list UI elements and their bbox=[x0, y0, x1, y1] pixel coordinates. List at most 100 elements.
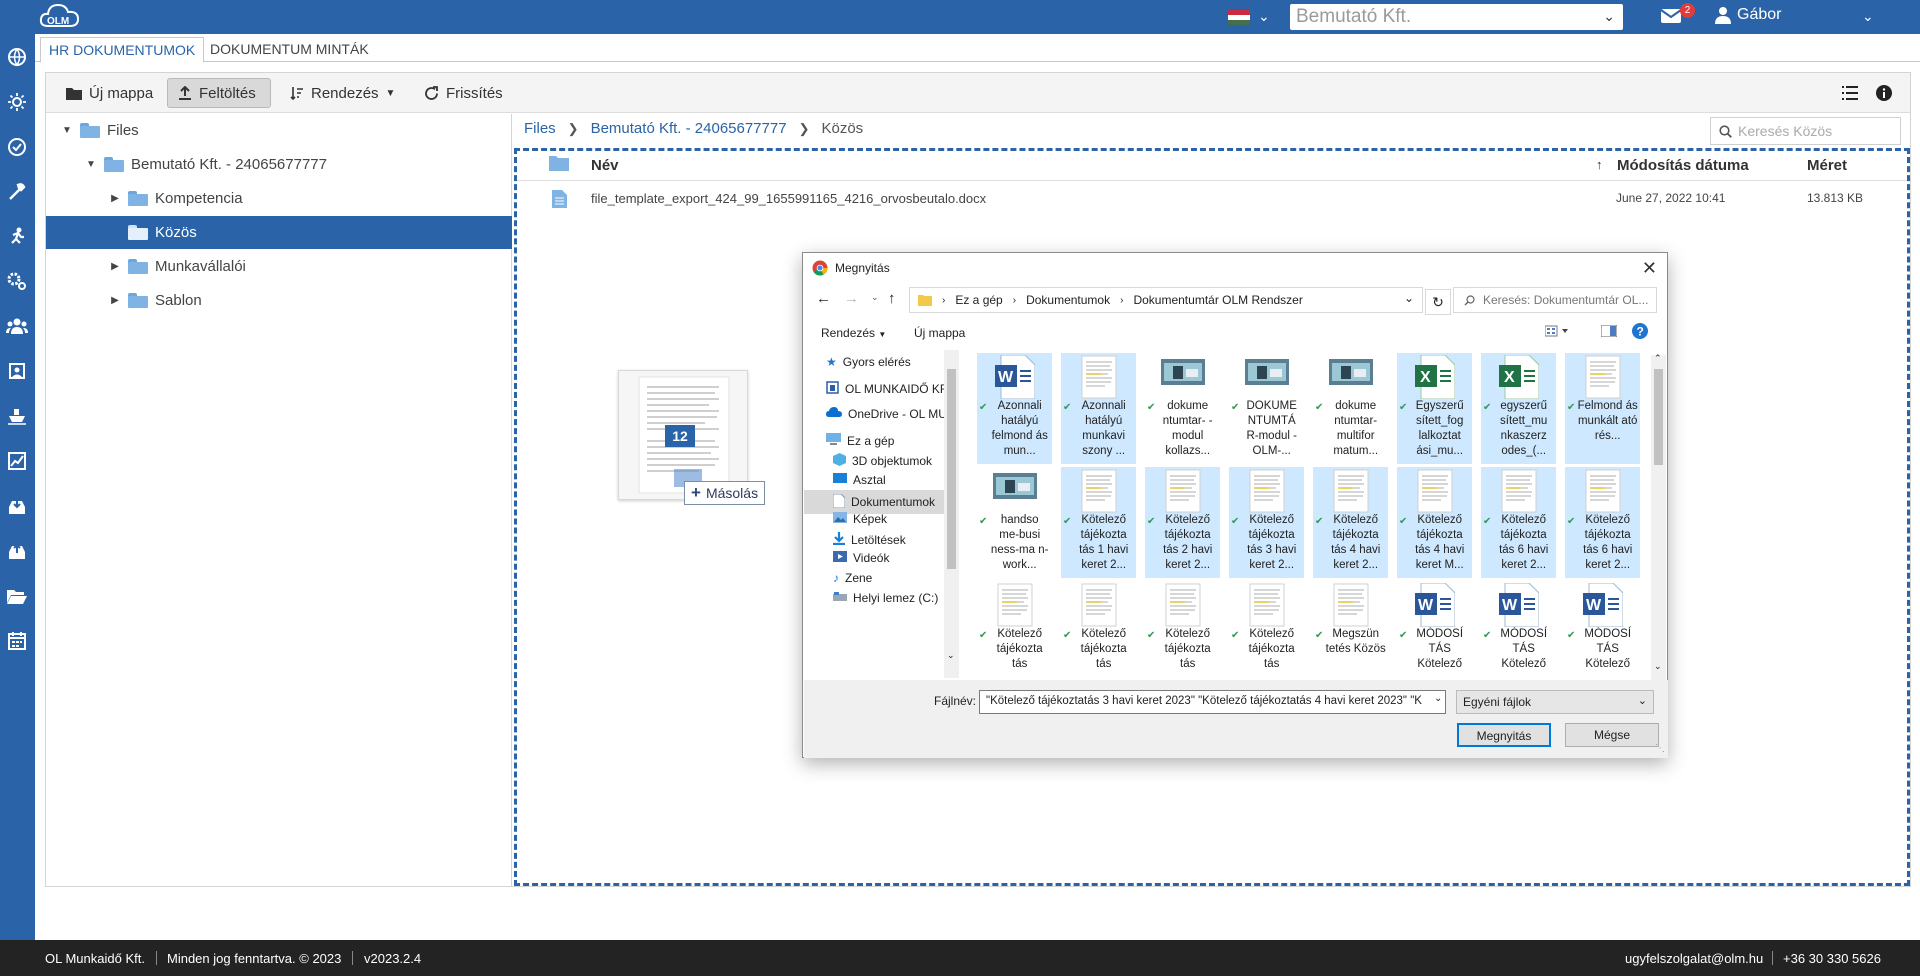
nav-this-pc[interactable]: Ez a gép bbox=[826, 433, 894, 448]
check-circle-icon[interactable] bbox=[6, 136, 28, 158]
tree-item-kompetencia[interactable]: ▶ Kompetencia bbox=[46, 182, 512, 215]
globe-icon[interactable] bbox=[6, 46, 28, 68]
user-menu[interactable]: Gábor bbox=[1715, 6, 1781, 24]
sort-ascending-icon[interactable]: ↑ bbox=[1596, 157, 1603, 172]
file-grid-item[interactable]: W ✔ MÓDOSÍ TÁS Kötelező bbox=[1565, 581, 1640, 678]
file-grid-item[interactable]: W ✔ MÓDOSÍ TÁS Kötelező bbox=[1397, 581, 1472, 678]
caret-down-icon[interactable]: ▼ bbox=[86, 159, 96, 170]
recent-chevron-icon[interactable]: ⌄ bbox=[871, 292, 879, 303]
new-folder-button[interactable]: Új mappa bbox=[56, 78, 163, 108]
file-grid-item[interactable]: ✔ Kötelező tájékozta tás 6 havi keret 2..… bbox=[1565, 467, 1640, 578]
folder-open-icon[interactable] bbox=[6, 585, 28, 607]
hungarian-flag-icon[interactable] bbox=[1228, 10, 1250, 25]
file-grid-item[interactable]: X ✔ egyszerű sített_mu nkaszerz odes_(... bbox=[1481, 353, 1556, 464]
help-icon[interactable]: ? bbox=[1632, 323, 1648, 342]
file-grid-item[interactable]: W ✔ MÓDOSÍ TÁS Kötelező bbox=[1481, 581, 1556, 678]
resize-grip-icon[interactable]: ⋱ bbox=[1655, 743, 1665, 754]
nav-downloads[interactable]: Letöltések bbox=[833, 532, 906, 548]
column-size[interactable]: Méret bbox=[1807, 157, 1847, 174]
scroll-down-icon[interactable]: ⌄ bbox=[947, 650, 955, 661]
organize-button[interactable]: Rendezés ▼ bbox=[821, 326, 886, 340]
nav-onedrive[interactable]: OneDrive - OL MU bbox=[826, 407, 944, 421]
nav-quick-access[interactable]: ★ Gyors elérés bbox=[826, 355, 911, 369]
nav-ol-munkaido[interactable]: OL MUNKAIDŐ KF bbox=[826, 381, 944, 397]
breadcrumb-company[interactable]: Bemutató Kft. - 24065677777 bbox=[591, 120, 787, 137]
search-input[interactable]: Keresés Közös bbox=[1710, 117, 1901, 145]
user-chevron-down-icon[interactable]: ⌄ bbox=[1862, 8, 1874, 25]
dialog-title-bar[interactable]: Megnyitás bbox=[803, 253, 1667, 283]
chart-icon[interactable] bbox=[6, 450, 28, 472]
nav-3d-objects[interactable]: 3D objektumok bbox=[833, 453, 932, 469]
breadcrumb-files[interactable]: Files bbox=[524, 120, 556, 137]
tools-icon[interactable] bbox=[6, 181, 28, 203]
file-grid-item[interactable]: ✔ handso me-busi ness-ma n-work... bbox=[977, 467, 1052, 578]
refresh-icon[interactable]: ↻ bbox=[1425, 289, 1451, 315]
file-grid-item[interactable]: ✔ Kötelező tájékozta tás bbox=[977, 581, 1052, 678]
footer-email[interactable]: ugyfelszolgalat@olm.hu bbox=[1625, 951, 1763, 966]
file-grid-item[interactable]: ✔ Kötelező tájékozta tás bbox=[1145, 581, 1220, 678]
file-grid-item[interactable]: ✔ Azonnali hatályú munkavi szony ... bbox=[1061, 353, 1136, 464]
up-arrow-icon[interactable]: ↑ bbox=[888, 290, 896, 307]
file-type-select[interactable]: Egyéni fájlok ⌄ bbox=[1456, 690, 1654, 714]
preview-pane-icon[interactable] bbox=[1600, 324, 1618, 340]
file-name[interactable]: file_template_export_424_99_1655991165_4… bbox=[591, 191, 986, 206]
column-modified[interactable]: Módosítás dátuma bbox=[1617, 157, 1749, 174]
nav-scrollbar-thumb[interactable] bbox=[947, 369, 956, 569]
tab-dokumentum-mintak[interactable]: DOKUMENTUM MINTÁK bbox=[202, 37, 377, 63]
file-grid-item[interactable]: ✔ Kötelező tájékozta tás 2 havi keret 2..… bbox=[1145, 467, 1220, 578]
mail-icon[interactable] bbox=[1660, 8, 1682, 24]
nav-local-disk[interactable]: Helyi lemez (C:) bbox=[833, 591, 938, 605]
tab-hr-dokumentumok[interactable]: HR DOKUMENTUMOK bbox=[40, 37, 205, 63]
back-arrow-icon[interactable]: ← bbox=[816, 290, 831, 307]
file-grid-item[interactable]: X ✔ Egyszerű sített_fog lalkoztat ási_mu..… bbox=[1397, 353, 1472, 464]
nav-pictures[interactable]: Képek bbox=[833, 512, 887, 526]
refresh-button[interactable]: Frissítés bbox=[414, 78, 513, 108]
file-grid-item[interactable]: ✔ Kötelező tájékozta tás 1 havi keret 2..… bbox=[1061, 467, 1136, 578]
nav-music[interactable]: ♪ Zene bbox=[833, 571, 872, 585]
address-segment[interactable]: Dokumentumok bbox=[1026, 293, 1110, 307]
grid-scrollbar-thumb[interactable] bbox=[1654, 369, 1663, 465]
close-icon[interactable]: ✕ bbox=[1642, 258, 1657, 279]
filename-input[interactable]: "Kötelező tájékoztatás 3 havi keret 2023… bbox=[979, 690, 1446, 714]
address-dropdown-icon[interactable]: ⌄ bbox=[1404, 291, 1414, 305]
nav-documents[interactable]: Dokumentumok bbox=[804, 490, 944, 514]
caret-right-icon[interactable]: ▶ bbox=[110, 193, 120, 204]
sun-icon[interactable] bbox=[6, 91, 28, 113]
view-options-icon[interactable] bbox=[1544, 325, 1569, 340]
company-select[interactable]: Bemutató Kft. ⌄ bbox=[1290, 4, 1623, 30]
file-grid-item[interactable]: ✔ dokume ntumtar- -modul kollazs... bbox=[1145, 353, 1220, 464]
nav-desktop[interactable]: Asztal bbox=[833, 473, 886, 487]
nav-scrollbar[interactable]: ⌄ bbox=[944, 350, 959, 678]
filename-dropdown-icon[interactable]: ⌄ bbox=[1434, 693, 1443, 704]
tree-item-files[interactable]: ▼ Files bbox=[46, 114, 512, 147]
language-chevron-down-icon[interactable]: ⌄ bbox=[1258, 8, 1270, 25]
calendar-icon[interactable] bbox=[6, 630, 28, 652]
olm-logo[interactable]: OLM bbox=[38, 1, 82, 31]
graduation-icon[interactable] bbox=[6, 360, 28, 382]
file-grid-item[interactable]: ✔ Kötelező tájékozta tás bbox=[1229, 581, 1304, 678]
sort-button[interactable]: Rendezés ▼ bbox=[280, 78, 405, 108]
address-segment[interactable]: Dokumentumtár OLM Rendszer bbox=[1133, 293, 1302, 307]
inbox-upload-icon[interactable] bbox=[6, 540, 28, 562]
scroll-down-icon[interactable]: ⌄ bbox=[1654, 661, 1662, 672]
tree-item-sablon[interactable]: ▶ Sablon bbox=[46, 284, 512, 317]
table-row[interactable]: file_template_export_424_99_1655991165_4… bbox=[517, 184, 1907, 214]
file-grid-item[interactable]: W ✔ Azonnali hatályú felmond ás mun... bbox=[977, 353, 1052, 464]
caret-down-icon[interactable]: ▼ bbox=[62, 125, 72, 136]
grid-scrollbar[interactable]: ⌃ ⌄ bbox=[1651, 353, 1666, 680]
caret-right-icon[interactable]: ▶ bbox=[110, 261, 120, 272]
file-grid-item[interactable]: ✔ DOKUME NTUMTÁ R-modul -OLM-... bbox=[1229, 353, 1304, 464]
info-icon[interactable] bbox=[1876, 85, 1892, 105]
ship-icon[interactable] bbox=[6, 405, 28, 427]
scroll-up-icon[interactable]: ⌃ bbox=[1654, 353, 1662, 364]
tree-item-company[interactable]: ▼ Bemutató Kft. - 24065677777 bbox=[46, 148, 512, 181]
column-name[interactable]: Név bbox=[591, 157, 619, 174]
file-grid-item[interactable]: ✔ dokume ntumtar- multifor matum... bbox=[1313, 353, 1388, 464]
file-grid-item[interactable]: ✔ Felmond ás munkált ató rés... bbox=[1565, 353, 1640, 464]
list-view-icon[interactable] bbox=[1842, 86, 1858, 104]
run-icon[interactable] bbox=[6, 225, 28, 247]
upload-button[interactable]: Feltöltés bbox=[167, 78, 271, 108]
gears-icon[interactable] bbox=[6, 270, 28, 292]
cancel-button[interactable]: Mégse bbox=[1565, 723, 1659, 747]
forward-arrow-icon[interactable]: → bbox=[844, 290, 859, 307]
